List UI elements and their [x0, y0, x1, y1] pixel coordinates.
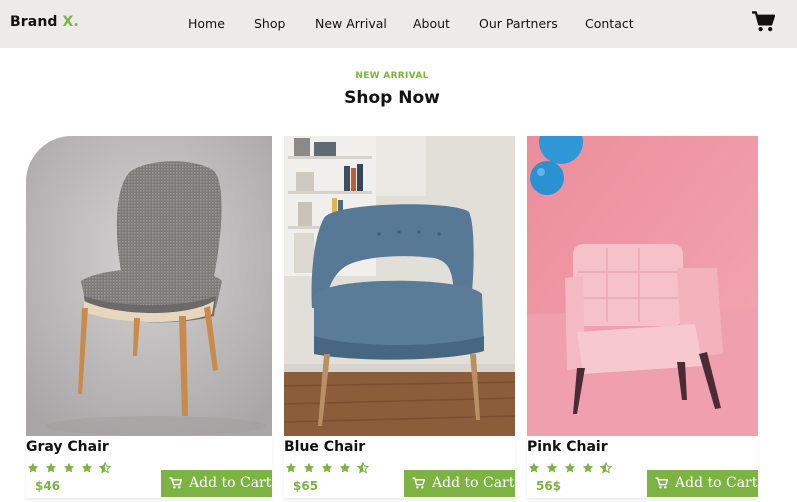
section-title: Shop Now — [344, 88, 440, 108]
navbar: Brand X. Home Shop New Arrival About Our… — [0, 0, 797, 48]
product-image[interactable] — [527, 136, 758, 436]
nav-link-our-partners[interactable]: Our Partners — [479, 16, 558, 31]
product-image[interactable] — [26, 136, 272, 436]
star-icon — [582, 462, 593, 473]
rating-stars — [27, 459, 111, 474]
star-icon — [63, 462, 74, 473]
star-icon — [45, 462, 57, 473]
star-half-icon — [98, 462, 111, 474]
add-to-cart-button[interactable]: Add to Cart — [404, 470, 515, 497]
nav-link-about[interactable]: About — [413, 16, 450, 31]
product-price: $65 — [293, 479, 319, 493]
star-icon — [339, 462, 350, 473]
add-to-cart-label: Add to Cart — [675, 475, 758, 491]
cart-outline-icon — [412, 477, 425, 489]
brand-name: Brand — [10, 14, 58, 30]
product-price: 56$ — [536, 479, 562, 493]
star-icon — [546, 462, 558, 473]
section-eyebrow: NEW ARRIVAL — [355, 71, 429, 81]
nav-link-new-arrival[interactable]: New Arrival — [315, 16, 387, 31]
product-card: Pink Chair 56$ Add to Cart — [527, 136, 758, 498]
nav-link-shop[interactable]: Shop — [254, 16, 285, 31]
star-icon — [564, 462, 575, 473]
add-to-cart-label: Add to Cart — [189, 475, 272, 491]
product-card: Blue Chair $65 Add to Cart — [284, 136, 515, 498]
product-price: $46 — [35, 479, 61, 493]
cart-outline-icon — [169, 477, 182, 489]
product-name: Gray Chair — [26, 439, 109, 455]
nav-link-contact[interactable]: Contact — [585, 16, 634, 31]
star-half-icon — [599, 462, 612, 474]
product-name: Blue Chair — [284, 439, 366, 455]
nav-link-home[interactable]: Home — [188, 16, 225, 31]
brand-accent: X. — [62, 14, 79, 30]
star-icon — [81, 462, 92, 473]
product-name: Pink Chair — [527, 439, 608, 455]
star-icon — [528, 462, 540, 473]
add-to-cart-button[interactable]: Add to Cart — [161, 470, 272, 497]
cart-outline-icon — [655, 477, 668, 489]
star-icon — [321, 462, 332, 473]
star-half-icon — [356, 462, 369, 474]
add-to-cart-button[interactable]: Add to Cart — [647, 470, 758, 497]
rating-stars — [285, 459, 369, 474]
shopping-cart-icon[interactable] — [752, 11, 775, 32]
star-icon — [285, 462, 297, 473]
star-icon — [27, 462, 39, 473]
brand-logo[interactable]: Brand X. — [10, 14, 79, 30]
product-image[interactable] — [284, 136, 515, 436]
product-card: Gray Chair $46 Add to Cart — [26, 136, 272, 498]
star-icon — [303, 462, 315, 473]
add-to-cart-label: Add to Cart — [432, 475, 515, 491]
rating-stars — [528, 459, 612, 474]
